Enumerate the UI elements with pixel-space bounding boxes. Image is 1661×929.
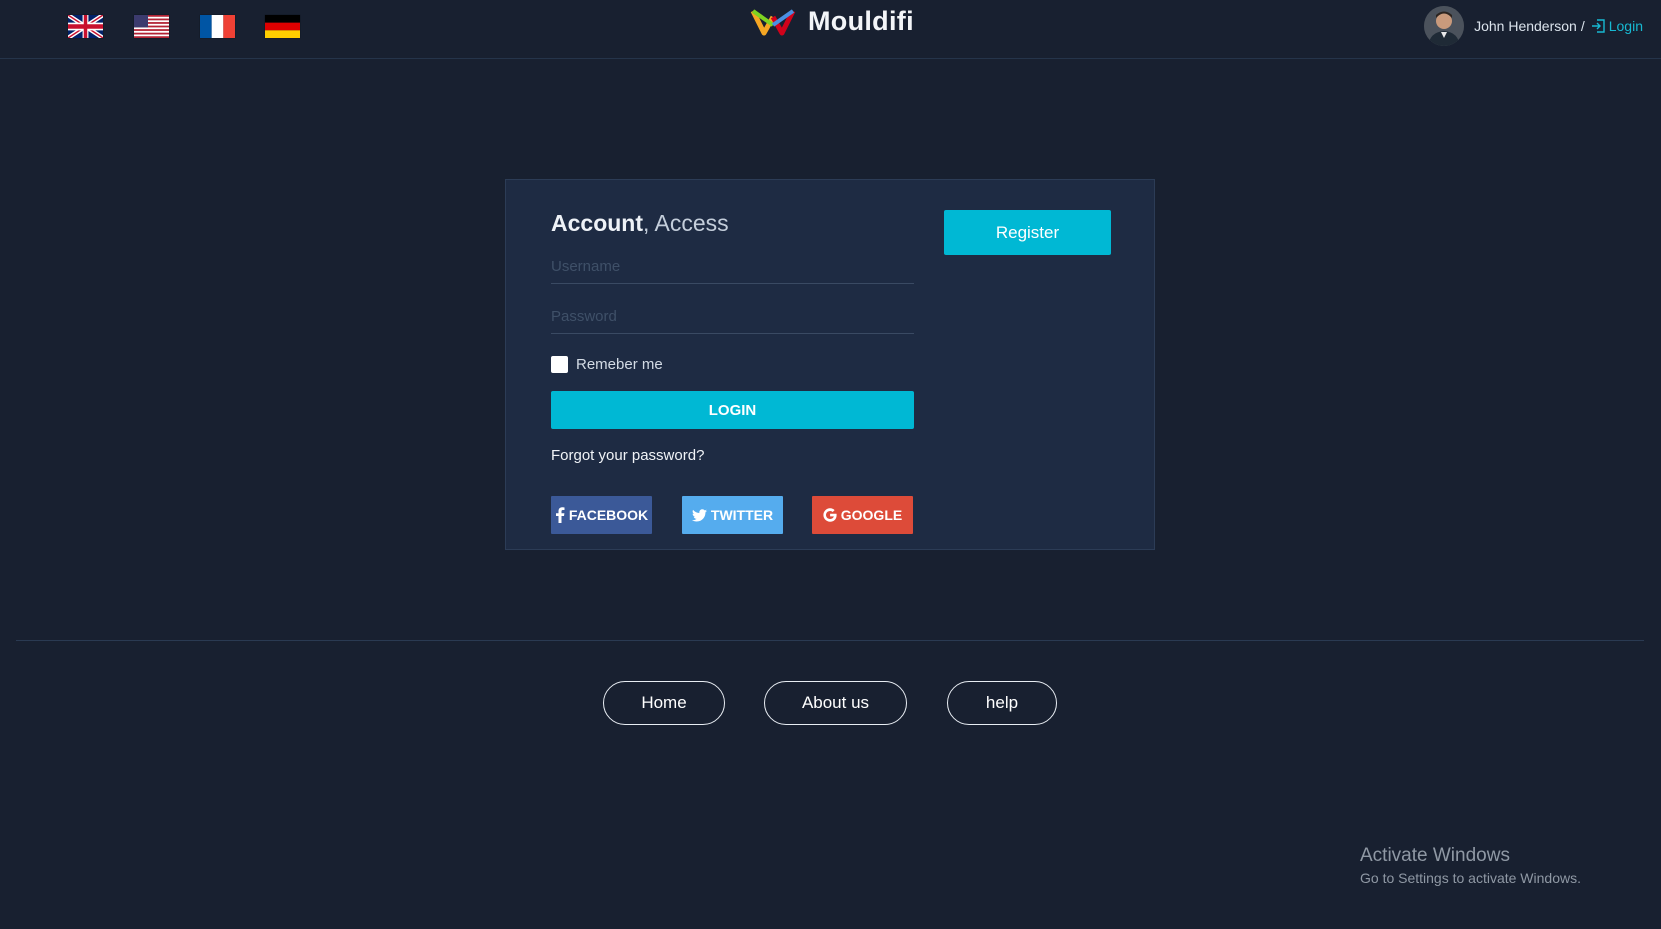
brand-name: Mouldifi: [808, 5, 914, 36]
footer-divider: [16, 640, 1644, 641]
twitter-login-button[interactable]: TWITTER: [682, 496, 783, 534]
login-button[interactable]: LOGIN: [551, 391, 914, 429]
activate-windows-subtitle: Go to Settings to activate Windows.: [1360, 870, 1581, 886]
login-card: Account, Access Remeber me LOGIN Forgot …: [505, 179, 1155, 550]
uk-flag-icon[interactable]: [68, 15, 103, 38]
password-input[interactable]: [551, 300, 914, 334]
card-title-bold: Account: [551, 210, 643, 236]
germany-flag-icon[interactable]: [265, 15, 300, 38]
remember-me-label: Remeber me: [576, 356, 663, 373]
remember-me[interactable]: Remeber me: [551, 356, 663, 373]
france-flag-icon[interactable]: [200, 15, 235, 38]
footer-help-link[interactable]: help: [947, 681, 1057, 725]
us-flag-icon[interactable]: [134, 15, 169, 38]
forgot-password-link[interactable]: Forgot your password?: [551, 447, 704, 464]
header-login-link[interactable]: Login: [1591, 18, 1643, 34]
remember-me-checkbox[interactable]: [551, 356, 568, 373]
footer-about-link[interactable]: About us: [764, 681, 907, 725]
twitter-icon: [691, 508, 707, 522]
footer-home-link[interactable]: Home: [603, 681, 725, 725]
activate-windows-watermark: Activate Windows Go to Settings to activ…: [1360, 845, 1581, 886]
facebook-login-button[interactable]: FACEBOOK: [551, 496, 652, 534]
user-menu: John Henderson / Login: [1424, 5, 1643, 47]
twitter-label: TWITTER: [710, 507, 774, 523]
top-bar: Mouldifi John Henderson / Login: [0, 0, 1661, 59]
card-title: Account, Access: [551, 210, 729, 237]
card-title-light: , Access: [643, 210, 729, 236]
google-login-button[interactable]: GOOGLE: [812, 496, 913, 534]
header-login-label: Login: [1608, 18, 1643, 34]
avatar[interactable]: [1424, 6, 1465, 46]
google-label: GOOGLE: [840, 507, 903, 523]
register-button[interactable]: Register: [944, 210, 1111, 255]
mouldifi-logo-icon: [750, 9, 796, 36]
user-name: John Henderson: [1474, 18, 1577, 34]
separator: /: [1580, 18, 1585, 34]
facebook-icon: [555, 507, 565, 523]
activate-windows-title: Activate Windows: [1360, 845, 1510, 866]
google-icon: [823, 508, 837, 522]
username-input[interactable]: [551, 250, 914, 284]
brand-logo[interactable]: Mouldifi: [750, 4, 914, 38]
login-icon: [1591, 19, 1605, 33]
facebook-label: FACEBOOK: [568, 507, 649, 523]
